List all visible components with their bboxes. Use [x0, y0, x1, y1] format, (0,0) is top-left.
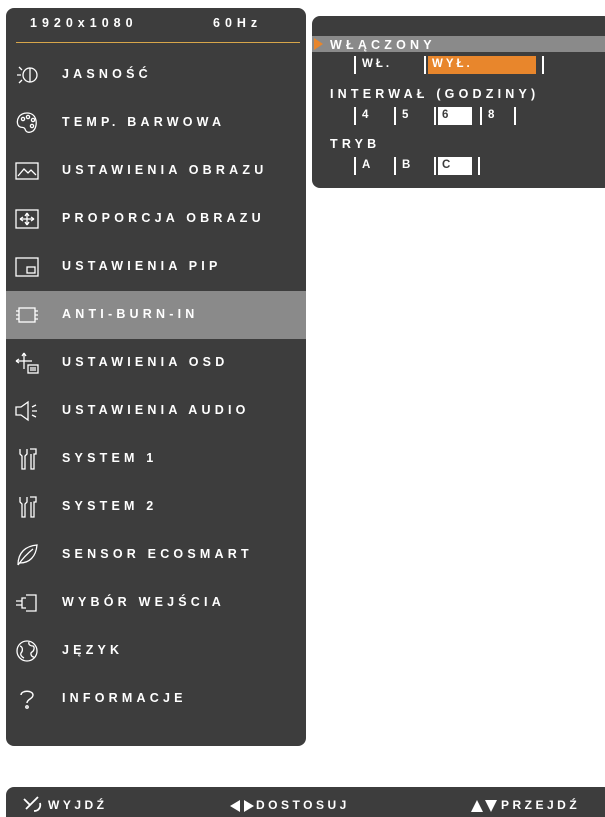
menu-item-label: TEMP. BARWOWA [62, 115, 226, 129]
mode-title: TRYB [330, 137, 381, 151]
menu-item-language[interactable]: JĘZYK [6, 627, 306, 675]
menu-item-label: INFORMACJE [62, 691, 187, 705]
navigation-hint-bar: WYJDŹ DOSTOSUJ PRZEJDŹ [6, 787, 605, 817]
menu-item-input-select[interactable]: WYBÓR WEJŚCIA [6, 579, 306, 627]
menu-item-label: JASNOŚĆ [62, 67, 152, 81]
exit-label: WYJDŹ [48, 798, 108, 812]
menu-item-label: ANTI-BURN-IN [62, 307, 199, 321]
main-menu-panel: 1920x1080 60Hz JASNOŚĆ TEMP. BARWOWA UST… [6, 8, 306, 746]
selection-arrow-icon [314, 38, 323, 50]
interval-option-8[interactable]: 8 [480, 107, 520, 125]
menu-item-brightness[interactable]: JASNOŚĆ [6, 51, 306, 99]
menu-item-pip-settings[interactable]: USTAWIENIA PIP [6, 243, 306, 291]
anti-burn-in-submenu: WŁĄCZONY WŁ. WYŁ. INTERWAŁ (GODZINY) 4 5… [312, 16, 605, 188]
tools-icon [14, 446, 40, 472]
menu-item-color-temp[interactable]: TEMP. BARWOWA [6, 99, 306, 147]
menu-item-label: JĘZYK [62, 643, 124, 657]
question-icon [14, 686, 40, 712]
menu-item-ecosmart-sensor[interactable]: SENSOR ECOSMART [6, 531, 306, 579]
menu-item-label: USTAWIENIA OBRAZU [62, 163, 268, 177]
menu-item-label: WYBÓR WEJŚCIA [62, 595, 225, 609]
image-icon [14, 158, 40, 184]
mode-option-a[interactable]: A [354, 157, 394, 175]
refresh-rate-label: 60Hz [213, 16, 263, 30]
adjust-label: DOSTOSUJ [256, 798, 350, 812]
chip-icon [14, 302, 40, 328]
menu-item-anti-burn-in[interactable]: ANTI-BURN-IN [6, 291, 306, 339]
enabled-title: WŁĄCZONY [330, 38, 436, 52]
interval-option-6[interactable]: 6 [434, 107, 480, 125]
pip-icon [14, 254, 40, 280]
left-right-arrows-icon [230, 799, 258, 817]
header-divider [16, 42, 300, 43]
globe-icon [14, 638, 40, 664]
up-down-arrows-icon [471, 799, 499, 817]
speaker-icon [14, 398, 40, 424]
tools-icon [14, 494, 40, 520]
menu-item-image-settings[interactable]: USTAWIENIA OBRAZU [6, 147, 306, 195]
option-off[interactable]: WYŁ. [424, 56, 544, 74]
menu-item-label: SYSTEM 1 [62, 451, 158, 465]
menu-item-label: PROPORCJA OBRAZU [62, 211, 265, 225]
menu-item-information[interactable]: INFORMACJE [6, 675, 306, 723]
menu-item-aspect-ratio[interactable]: PROPORCJA OBRAZU [6, 195, 306, 243]
aspect-ratio-icon [14, 206, 40, 232]
menu-header: 1920x1080 60Hz [6, 8, 306, 42]
menu-item-label: SENSOR ECOSMART [62, 547, 253, 561]
interval-title: INTERWAŁ (GODZINY) [330, 87, 540, 101]
resolution-label: 1920x1080 [30, 16, 138, 30]
palette-icon [14, 110, 40, 136]
brightness-icon [14, 62, 40, 88]
menu-item-label: USTAWIENIA AUDIO [62, 403, 250, 417]
menu-item-label: USTAWIENIA PIP [62, 259, 222, 273]
interval-option-5[interactable]: 5 [394, 107, 434, 125]
menu-item-system-2[interactable]: SYSTEM 2 [6, 483, 306, 531]
move-label: PRZEJDŹ [501, 798, 581, 812]
option-on[interactable]: WŁ. [354, 56, 424, 74]
menu-item-audio-settings[interactable]: USTAWIENIA AUDIO [6, 387, 306, 435]
osd-icon [14, 350, 40, 376]
input-plug-icon [14, 590, 40, 616]
menu-item-label: USTAWIENIA OSD [62, 355, 229, 369]
exit-icon [22, 795, 44, 817]
menu-item-system-1[interactable]: SYSTEM 1 [6, 435, 306, 483]
leaf-icon [14, 542, 40, 568]
menu-item-osd-settings[interactable]: USTAWIENIA OSD [6, 339, 306, 387]
menu-item-label: SYSTEM 2 [62, 499, 158, 513]
mode-option-c[interactable]: C [434, 157, 482, 175]
mode-option-b[interactable]: B [394, 157, 434, 175]
interval-option-4[interactable]: 4 [354, 107, 394, 125]
